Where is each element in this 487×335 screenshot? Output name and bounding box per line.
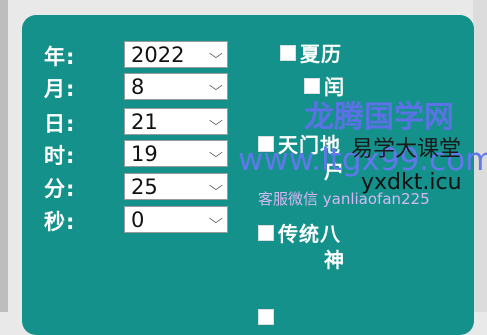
summer-time-label: 夏历 — [300, 42, 342, 66]
chevron-down-icon: ⌵ — [209, 79, 223, 94]
summer-time-option[interactable]: 夏历 — [280, 41, 342, 67]
day-label: 日: — [44, 112, 76, 136]
checkbox-icon[interactable] — [258, 136, 274, 152]
second-select[interactable]: 0 ⌵ — [124, 206, 228, 233]
chevron-down-icon: ⌵ — [209, 212, 223, 227]
minute-label: 分: — [44, 177, 76, 201]
second-value: 0 — [131, 207, 145, 232]
day-row: 日: 21 ⌵ — [44, 108, 228, 138]
month-row: 月: 8 ⌵ — [44, 73, 228, 103]
chevron-down-icon: ⌵ — [209, 47, 223, 62]
minute-value: 25 — [131, 174, 158, 199]
hour-row: 时: 19 ⌵ — [44, 140, 228, 170]
year-value: 2022 — [131, 42, 185, 67]
date-time-panel: 年: 2022 ⌵ 月: 8 ⌵ 日: 21 ⌵ 时: 19 ⌵ 分: 25 ⌵ — [22, 15, 474, 335]
month-value: 8 — [131, 74, 145, 99]
partial-option[interactable] — [258, 305, 278, 325]
traditional-eight-gods-option[interactable]: 传统八 神 — [258, 221, 345, 273]
tianmen-label-line2: 户 — [324, 159, 345, 183]
tianmen-dihu-option[interactable]: 天门地 户 — [258, 132, 345, 184]
leap-option[interactable]: 闰 — [304, 74, 345, 100]
bashen-label-line2: 神 — [324, 248, 345, 272]
leap-label: 闰 — [324, 75, 345, 99]
hour-label: 时: — [44, 144, 76, 168]
checkbox-icon[interactable] — [304, 78, 320, 94]
minute-select[interactable]: 25 ⌵ — [124, 173, 228, 200]
second-label: 秒: — [44, 210, 76, 234]
hour-select[interactable]: 19 ⌵ — [124, 140, 228, 167]
bashen-label-line1: 传统八 — [278, 222, 341, 246]
left-window-edge — [0, 0, 8, 312]
chevron-down-icon: ⌵ — [209, 114, 223, 129]
day-select[interactable]: 21 ⌵ — [124, 108, 228, 135]
checkbox-icon[interactable] — [258, 225, 274, 241]
month-select[interactable]: 8 ⌵ — [124, 73, 228, 100]
minute-row: 分: 25 ⌵ — [44, 173, 228, 203]
second-row: 秒: 0 ⌵ — [44, 206, 228, 236]
year-label: 年: — [44, 45, 76, 69]
chevron-down-icon: ⌵ — [209, 146, 223, 161]
day-value: 21 — [131, 109, 158, 134]
year-row: 年: 2022 ⌵ — [44, 41, 228, 71]
month-label: 月: — [44, 77, 76, 101]
tianmen-label-line1: 天门地 — [278, 133, 341, 157]
year-select[interactable]: 2022 ⌵ — [124, 41, 228, 68]
hour-value: 19 — [131, 141, 158, 166]
right-window-edge — [473, 0, 487, 312]
checkbox-icon[interactable] — [258, 309, 274, 325]
checkbox-icon[interactable] — [280, 45, 296, 61]
bashen-label: 传统八 神 — [278, 221, 345, 273]
tianmen-label: 天门地 户 — [278, 132, 345, 184]
chevron-down-icon: ⌵ — [209, 179, 223, 194]
